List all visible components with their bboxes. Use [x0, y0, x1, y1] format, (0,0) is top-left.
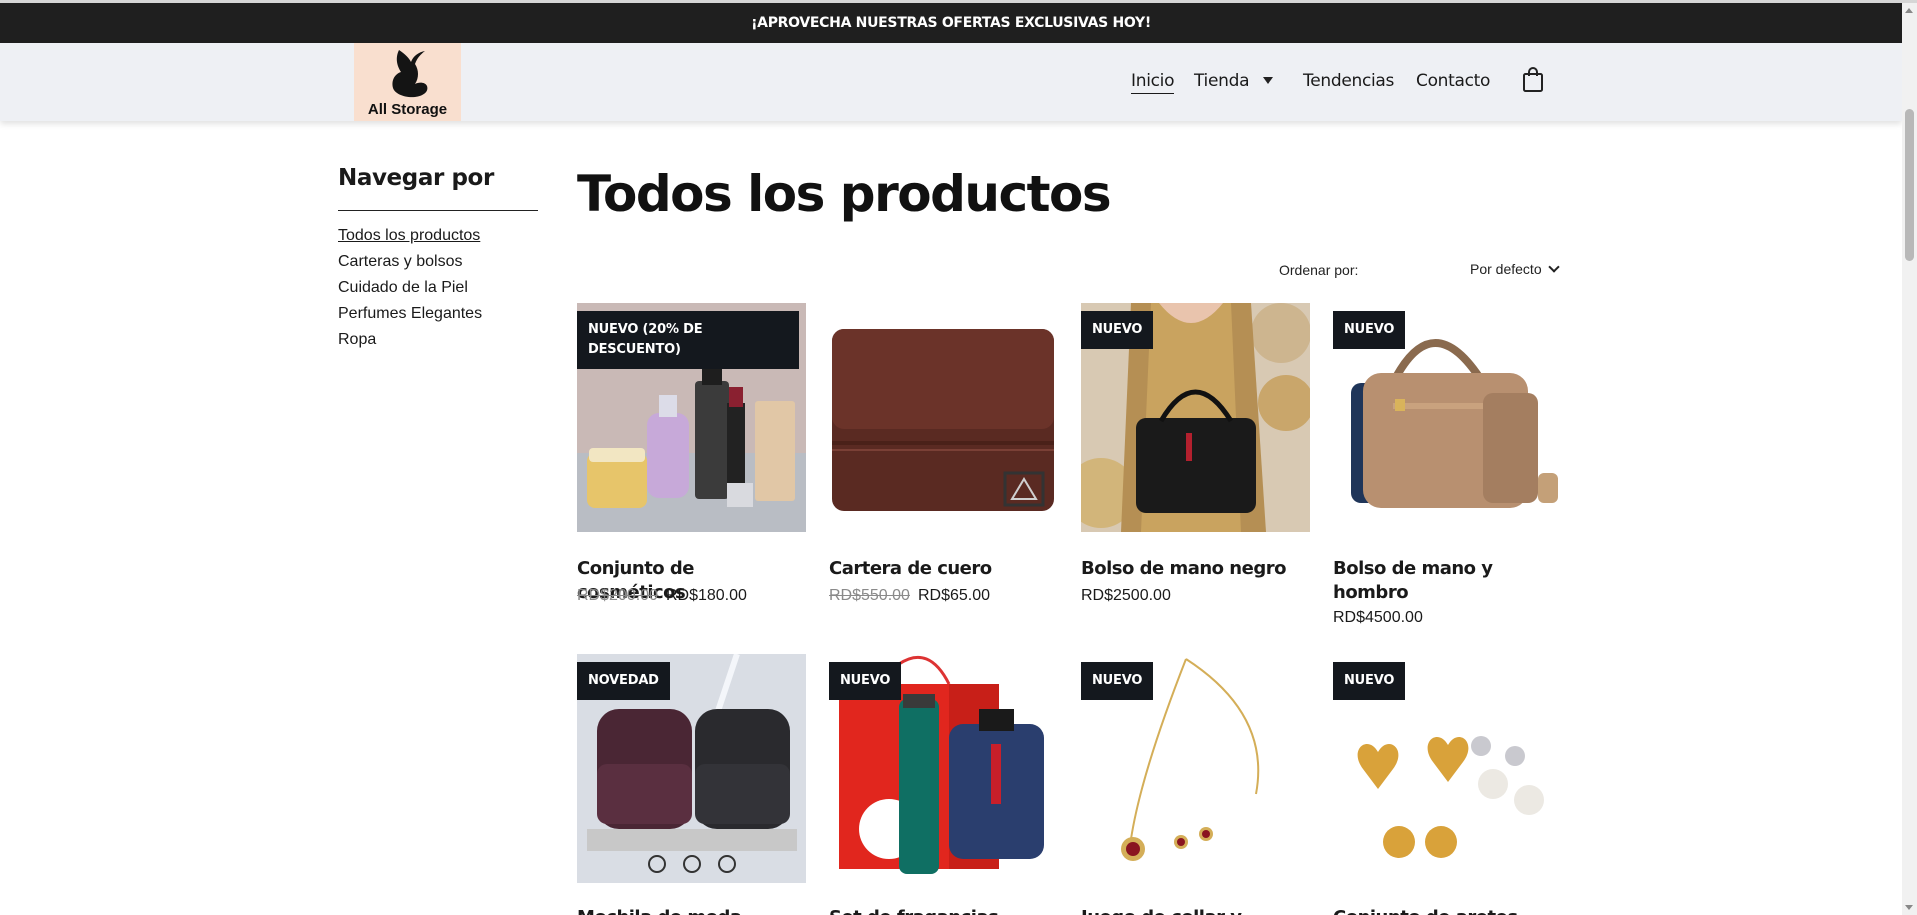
product-name[interactable]: Bolso de mano y hombro: [1333, 557, 1562, 605]
shopping-bag-icon[interactable]: [1522, 67, 1544, 93]
product-old-price: RD$200.00: [577, 587, 658, 604]
product-badge: NUEVO: [1081, 311, 1154, 349]
sort-dropdown[interactable]: Por defecto: [1470, 261, 1560, 277]
category-perfumes[interactable]: Perfumes Elegantes: [338, 304, 482, 330]
sort-label: Ordenar por:: [1279, 262, 1359, 278]
product-badge: NUEVO: [829, 662, 902, 700]
category-list: Todos los productos Carteras y bolsos Cu…: [338, 226, 482, 356]
product-image-earrings[interactable]: NUEVO: [1333, 654, 1562, 883]
category-todos[interactable]: Todos los productos: [338, 226, 482, 252]
product-name[interactable]: Conjunto de aretes: [1333, 906, 1562, 915]
nav-tienda[interactable]: Tienda: [1194, 71, 1250, 91]
product-image-wallet[interactable]: [829, 303, 1058, 532]
product-name[interactable]: Set de fragancias: [829, 906, 1058, 915]
product-card[interactable]: NUEVO Bolso de mano y hombro RD$4500.00: [1333, 303, 1562, 626]
promo-text: ¡APROVECHA NUESTRAS OFERTAS EXCLUSIVAS H…: [751, 15, 1151, 31]
product-sale-price: RD$180.00: [665, 587, 747, 604]
sort-value: Por defecto: [1470, 261, 1542, 277]
product-image-backpacks[interactable]: NOVEDAD: [577, 654, 806, 883]
product-price: RD$4500.00: [1333, 609, 1423, 627]
product-badge: NOVEDAD: [577, 662, 670, 700]
product-card[interactable]: NUEVO Set de fragancias: [829, 654, 1058, 915]
product-sale-price: RD$2500.00: [1081, 587, 1171, 604]
scroll-down-icon[interactable]: [1905, 905, 1913, 910]
chevron-down-icon: [1547, 261, 1560, 273]
product-badge: NUEVO: [1333, 662, 1406, 700]
product-card[interactable]: NUEVO Bolso de mano negro RD$2500.00: [1081, 303, 1310, 604]
caret-down-icon[interactable]: [1263, 77, 1273, 84]
product-name[interactable]: Juego de collar y: [1081, 906, 1310, 915]
product-card[interactable]: Cartera de cuero RD$550.00 RD$65.00: [829, 303, 1058, 604]
sidebar-title: Navegar por: [338, 165, 494, 191]
scrollbar-thumb[interactable]: [1905, 109, 1914, 261]
nav-inicio[interactable]: Inicio: [1131, 71, 1174, 94]
product-card[interactable]: NUEVO Conjunto de aretes: [1333, 654, 1562, 915]
category-cuidado-piel[interactable]: Cuidado de la Piel: [338, 278, 482, 304]
product-badge: NUEVO: [1333, 311, 1406, 349]
product-sale-price: RD$65.00: [917, 587, 990, 604]
product-image-cosmetics[interactable]: NUEVO (20% DE DESCUENTO): [577, 303, 806, 532]
category-carteras[interactable]: Carteras y bolsos: [338, 252, 482, 278]
product-price: RD$550.00 RD$65.00: [829, 587, 990, 605]
product-image-fragrance-set[interactable]: NUEVO: [829, 654, 1058, 883]
promo-banner: ¡APROVECHA NUESTRAS OFERTAS EXCLUSIVAS H…: [0, 3, 1902, 43]
nav-tendencias[interactable]: Tendencias: [1303, 71, 1394, 91]
page-scrollbar[interactable]: [1902, 3, 1917, 915]
nav-contacto[interactable]: Contacto: [1416, 71, 1490, 91]
product-price: RD$200.00 RD$180.00: [577, 587, 747, 605]
logo-silhouette-icon: [392, 50, 428, 98]
product-card[interactable]: NUEVO (20% DE DESCUENTO) Conjunto de cos…: [577, 303, 806, 604]
logo[interactable]: All Storage: [354, 43, 461, 121]
product-name[interactable]: Mochila de moda: [577, 906, 806, 915]
page-title: Todos los productos: [577, 165, 1112, 223]
product-image-shoulder-bag[interactable]: NUEVO: [1333, 303, 1562, 532]
product-card[interactable]: NOVEDAD Mochila de moda: [577, 654, 806, 915]
scroll-up-icon[interactable]: [1905, 8, 1913, 13]
product-card[interactable]: NUEVO Juego de collar y: [1081, 654, 1310, 915]
product-image-necklace[interactable]: NUEVO: [1081, 654, 1310, 883]
product-name[interactable]: Bolso de mano negro: [1081, 557, 1310, 581]
product-price: RD$2500.00: [1081, 587, 1171, 605]
product-image-black-handbag[interactable]: NUEVO: [1081, 303, 1310, 532]
category-ropa[interactable]: Ropa: [338, 330, 482, 356]
product-badge: NUEVO (20% DE DESCUENTO): [577, 311, 799, 369]
sidebar-divider: [338, 210, 538, 211]
product-old-price: RD$550.00: [829, 587, 910, 604]
logo-text: All Storage: [367, 101, 448, 118]
product-name[interactable]: Cartera de cuero: [829, 557, 1058, 581]
product-sale-price: RD$4500.00: [1333, 609, 1423, 626]
product-badge: NUEVO: [1081, 662, 1154, 700]
site-header: All Storage Inicio Tienda Tendencias Con…: [0, 43, 1902, 121]
